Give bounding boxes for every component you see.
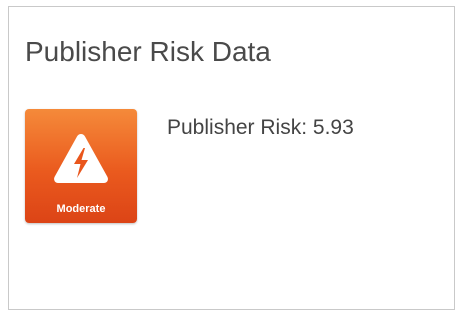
card-title: Publisher Risk Data (25, 36, 271, 67)
risk-score-value: 5.93 (312, 116, 354, 139)
risk-score-label: Publisher Risk: (167, 116, 308, 139)
risk-level-label: Moderate (56, 203, 106, 215)
warning-lightning-icon (54, 134, 108, 183)
publisher-risk-score-line: Publisher Risk: 5.93 (167, 115, 354, 141)
publisher-risk-card: Publisher Risk Data Moderate Publisher R… (8, 6, 455, 310)
risk-level-badge: Moderate (25, 109, 137, 223)
